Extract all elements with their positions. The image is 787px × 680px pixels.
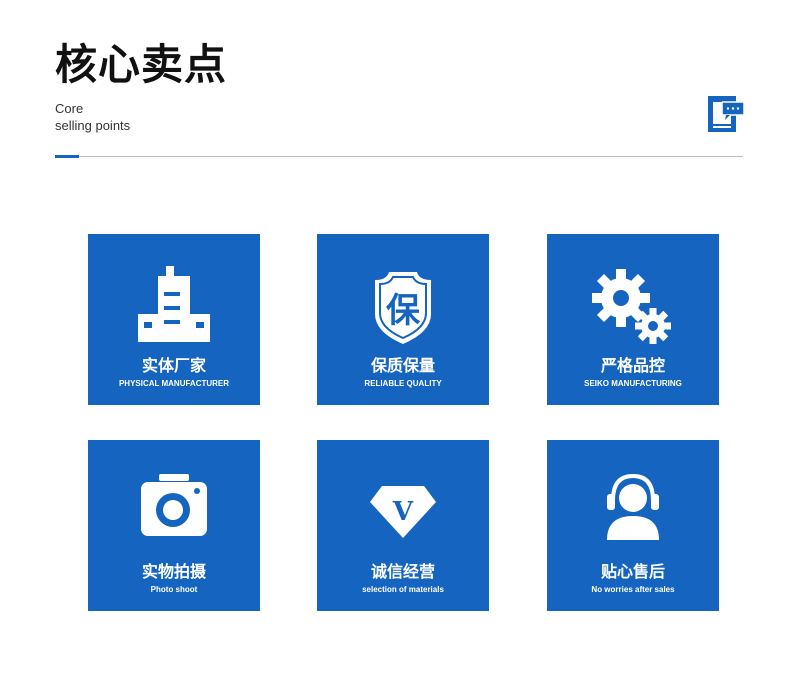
card-subtitle: RELIABLE QUALITY [364, 379, 442, 388]
card-title: 实物拍摄 [141, 562, 206, 581]
card-subtitle: Photo shoot [150, 585, 198, 594]
camera-icon [141, 474, 207, 536]
card-title: 严格品控 [600, 356, 665, 375]
page-title: 核心卖点 [55, 40, 228, 89]
factory-icon [138, 266, 210, 342]
subtitle-line-1: Core [55, 101, 84, 116]
card-selection-of-materials: V 诚信经营 selection of materials [317, 440, 489, 611]
card-subtitle: selection of materials [362, 585, 444, 594]
card-subtitle: No worries after sales [591, 585, 675, 594]
header-divider [55, 156, 743, 157]
card-title: 贴心售后 [600, 562, 665, 581]
shield-icon: 保 [375, 272, 431, 344]
card-title: 实体厂家 [141, 356, 206, 375]
gears-icon [592, 269, 671, 344]
card-photo-shoot: 实物拍摄 Photo shoot [88, 440, 260, 611]
card-seiko-manufacturing: 严格品控 SEIKO MANUFACTURING [547, 234, 719, 405]
chat-icon[interactable] [706, 94, 746, 134]
card-after-sales: 贴心售后 No worries after sales [547, 440, 719, 611]
card-title: 保质保量 [370, 356, 435, 375]
diamond-char: V [392, 497, 414, 527]
shield-char: 保 [386, 291, 421, 331]
headset-icon [607, 473, 659, 540]
diamond-icon: V [370, 486, 436, 538]
card-physical-manufacturer: 实体厂家 PHYSICAL MANUFACTURER [88, 234, 260, 405]
card-title: 诚信经营 [370, 562, 435, 581]
divider-accent [55, 155, 79, 158]
card-subtitle: SEIKO MANUFACTURING [584, 379, 682, 388]
subtitle-line-2: selling points [55, 118, 131, 133]
page-subtitle: Core selling points [55, 100, 130, 134]
card-subtitle: PHYSICAL MANUFACTURER [118, 379, 230, 388]
card-reliable-quality: 保 保质保量 RELIABLE QUALITY [317, 234, 489, 405]
